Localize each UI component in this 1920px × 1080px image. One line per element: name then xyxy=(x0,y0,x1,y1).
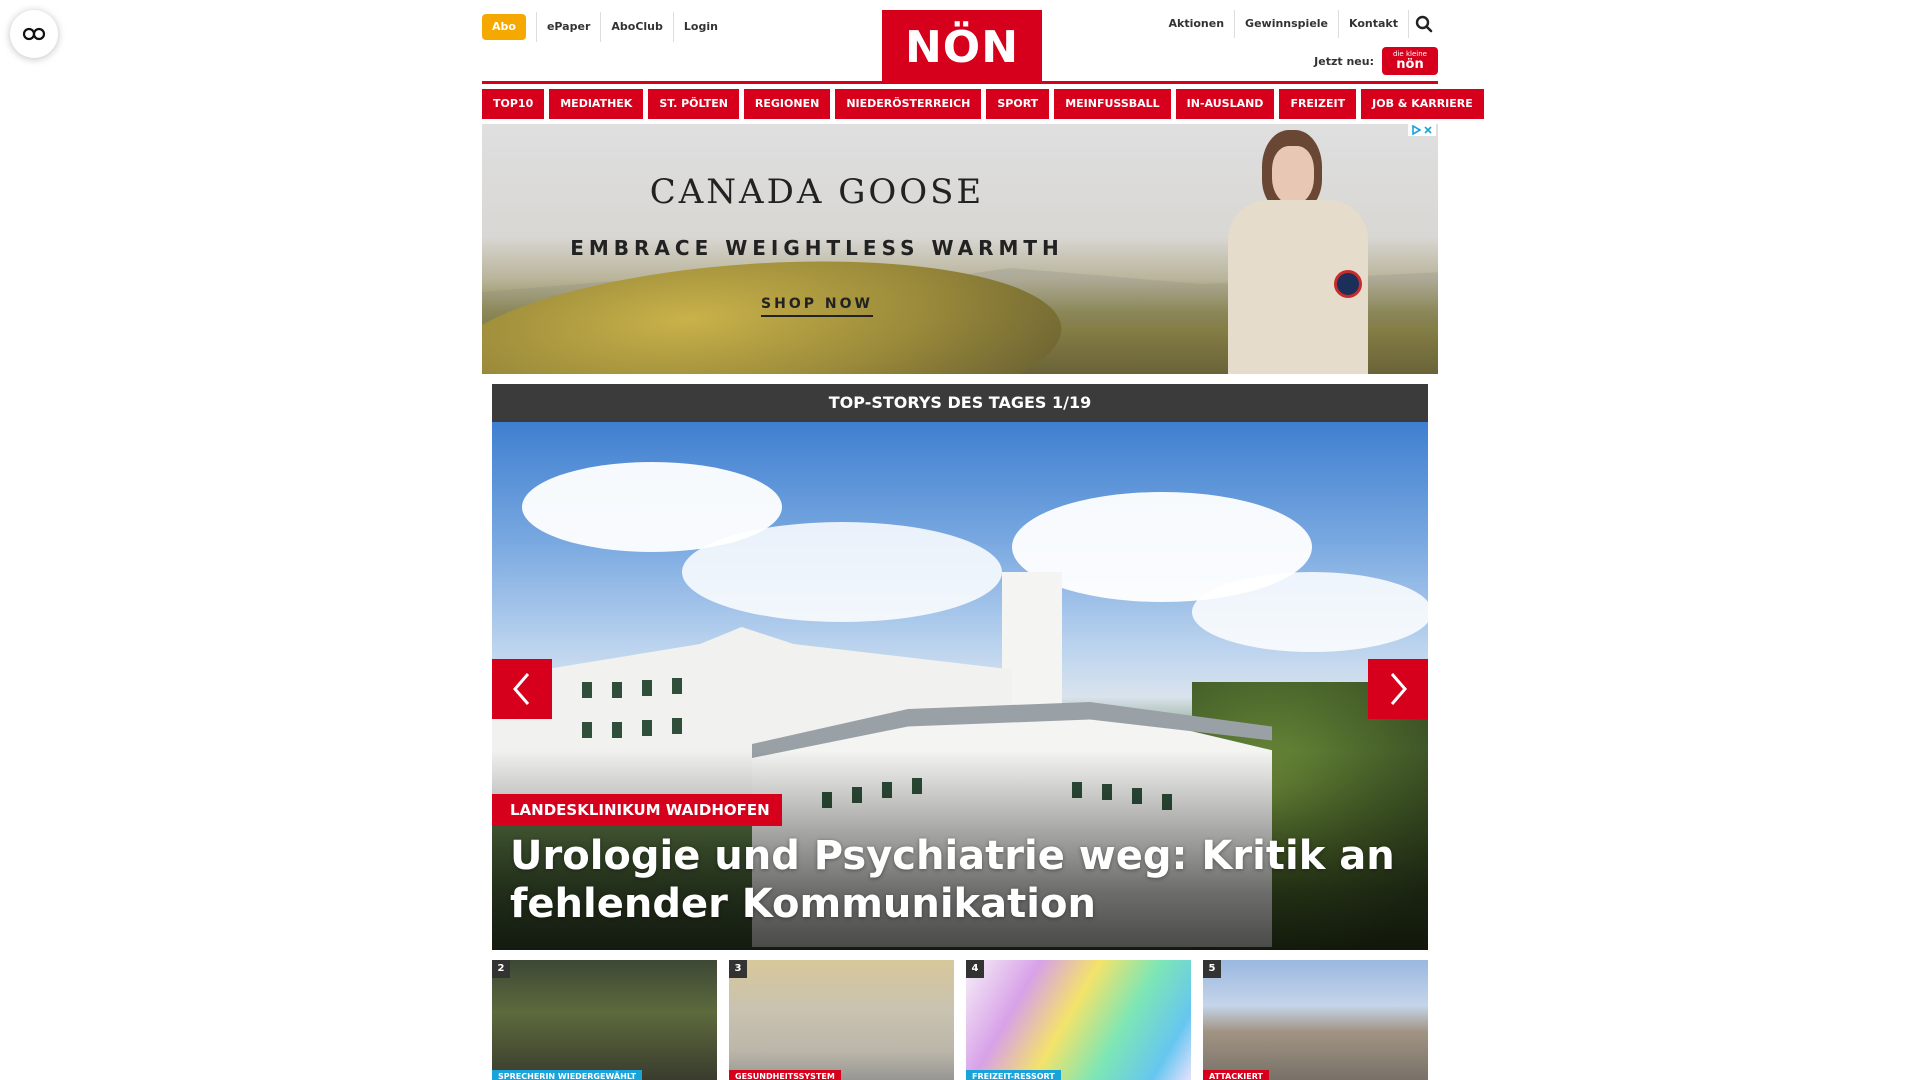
page-container: Abo ePaper AboClub Login NÖN Aktionen Ge… xyxy=(482,0,1484,1080)
kleine-noen-logo[interactable]: die kleine nön xyxy=(1382,47,1438,75)
hero-cloud xyxy=(1192,572,1428,652)
ad-model-badge xyxy=(1334,270,1362,298)
hero-window xyxy=(582,722,592,738)
hero-window xyxy=(642,680,652,696)
thumbnail-tag: SPRECHERIN WIEDERGEWÄHLT xyxy=(492,1070,643,1080)
jetzt-neu: Jetzt neu: die kleine nön xyxy=(1314,47,1438,75)
top-stories-header: TOP-STORYS DES TAGES 1/19 xyxy=(492,384,1428,422)
hero-window xyxy=(582,682,592,698)
site-logo[interactable]: NÖN xyxy=(882,10,1042,84)
abo-button[interactable]: Abo xyxy=(482,14,526,40)
nav-item-in-ausland[interactable]: IN-AUSLAND xyxy=(1175,89,1275,119)
story-thumbnail[interactable]: 2 SPRECHERIN WIEDERGEWÄHLT xyxy=(492,960,717,1080)
hero-window xyxy=(612,722,622,738)
hero-window xyxy=(642,720,652,736)
story-thumbnail[interactable]: 5 ATTACKIERT xyxy=(1203,960,1428,1080)
story-thumbnail[interactable]: 4 FREIZEIT-RESSORT xyxy=(966,960,1191,1080)
close-ad-icon[interactable] xyxy=(1423,125,1433,135)
aktionen-link[interactable]: Aktionen xyxy=(1159,10,1235,38)
login-link[interactable]: Login xyxy=(672,12,728,42)
kontakt-link[interactable]: Kontakt xyxy=(1338,10,1408,38)
thumbnail-number: 4 xyxy=(966,960,984,978)
hero-next-button[interactable] xyxy=(1368,659,1428,719)
thumbnail-number: 5 xyxy=(1203,960,1221,978)
ad-slogan: EMBRACE WEIGHTLESS WARMTH xyxy=(570,236,1064,260)
nav-item-regionen[interactable]: REGIONEN xyxy=(743,89,831,119)
hero-window xyxy=(672,718,682,734)
nav-item-mediathek[interactable]: MEDIATHEK xyxy=(549,89,644,119)
main-nav: TOP10 MEDIATHEK ST. PÖLTEN REGIONEN NIED… xyxy=(482,89,1484,119)
story-thumbnails: 2 SPRECHERIN WIEDERGEWÄHLT 3 GESUNDHEITS… xyxy=(492,960,1428,1080)
nav-item-freizeit[interactable]: FREIZEIT xyxy=(1279,89,1357,119)
jetzt-neu-label: Jetzt neu: xyxy=(1314,54,1374,68)
thumbnail-tag: ATTACKIERT xyxy=(1203,1070,1270,1080)
hero-title[interactable]: Urologie und Psychiatrie weg: Kritik an … xyxy=(510,832,1410,928)
thumbnail-tag: FREIZEIT-RESSORT xyxy=(966,1070,1061,1080)
ad-shop-now-link[interactable]: SHOP NOW xyxy=(482,296,1152,317)
epaper-link[interactable]: ePaper xyxy=(535,12,600,42)
ad-cta-label: SHOP NOW xyxy=(761,296,873,317)
nav-item-meinfussball[interactable]: MEINFUSSBALL xyxy=(1054,89,1171,119)
kleine-logo-main: nön xyxy=(1396,57,1424,72)
ad-brand: CANADA GOOSE xyxy=(649,172,985,212)
aboclub-link[interactable]: AboClub xyxy=(600,12,673,42)
accessibility-button[interactable] xyxy=(10,10,58,58)
story-thumbnail[interactable]: 3 GESUNDHEITSSYSTEM xyxy=(729,960,954,1080)
nav-item-niederoesterreich[interactable]: NIEDERÖSTERREICH xyxy=(835,89,982,119)
top-right-links: Aktionen Gewinnspiele Kontakt xyxy=(1159,10,1439,38)
ad-choices[interactable] xyxy=(1408,124,1436,136)
accessibility-icon xyxy=(22,27,46,41)
adchoices-icon[interactable] xyxy=(1411,125,1421,135)
top-stories: TOP-STORYS DES TAGES 1/19 LANDESKLINIKUM… xyxy=(492,384,1428,1080)
nav-item-top10[interactable]: TOP10 xyxy=(482,89,545,119)
gewinnspiele-link[interactable]: Gewinnspiele xyxy=(1234,10,1338,38)
chevron-left-icon xyxy=(513,673,530,705)
search-icon[interactable] xyxy=(1408,10,1438,38)
site-header: Abo ePaper AboClub Login NÖN Aktionen Ge… xyxy=(482,0,1438,84)
thumbnail-number: 3 xyxy=(729,960,747,978)
hero-prev-button[interactable] xyxy=(492,659,552,719)
thumbnail-number: 2 xyxy=(492,960,510,978)
ad-banner[interactable]: CANADA GOOSE EMBRACE WEIGHTLESS WARMTH S… xyxy=(482,124,1438,374)
hero-kicker[interactable]: LANDESKLINIKUM WAIDHOFEN xyxy=(492,794,782,826)
chevron-right-icon xyxy=(1390,673,1407,705)
ad-model-image xyxy=(1228,130,1368,374)
ad-model-face xyxy=(1272,146,1314,204)
hero-cloud xyxy=(682,522,1002,622)
nav-item-job-karriere[interactable]: JOB & KARRIERE xyxy=(1361,89,1484,119)
hero-story[interactable]: LANDESKLINIKUM WAIDHOFEN Urologie und Ps… xyxy=(492,422,1428,950)
top-left-links: Abo ePaper AboClub Login xyxy=(482,12,728,42)
nav-item-sport[interactable]: SPORT xyxy=(986,89,1050,119)
thumbnail-tag: GESUNDHEITSSYSTEM xyxy=(729,1070,841,1080)
hero-window xyxy=(612,682,622,698)
nav-item-st-poelten[interactable]: ST. PÖLTEN xyxy=(648,89,739,119)
hero-window xyxy=(672,678,682,694)
